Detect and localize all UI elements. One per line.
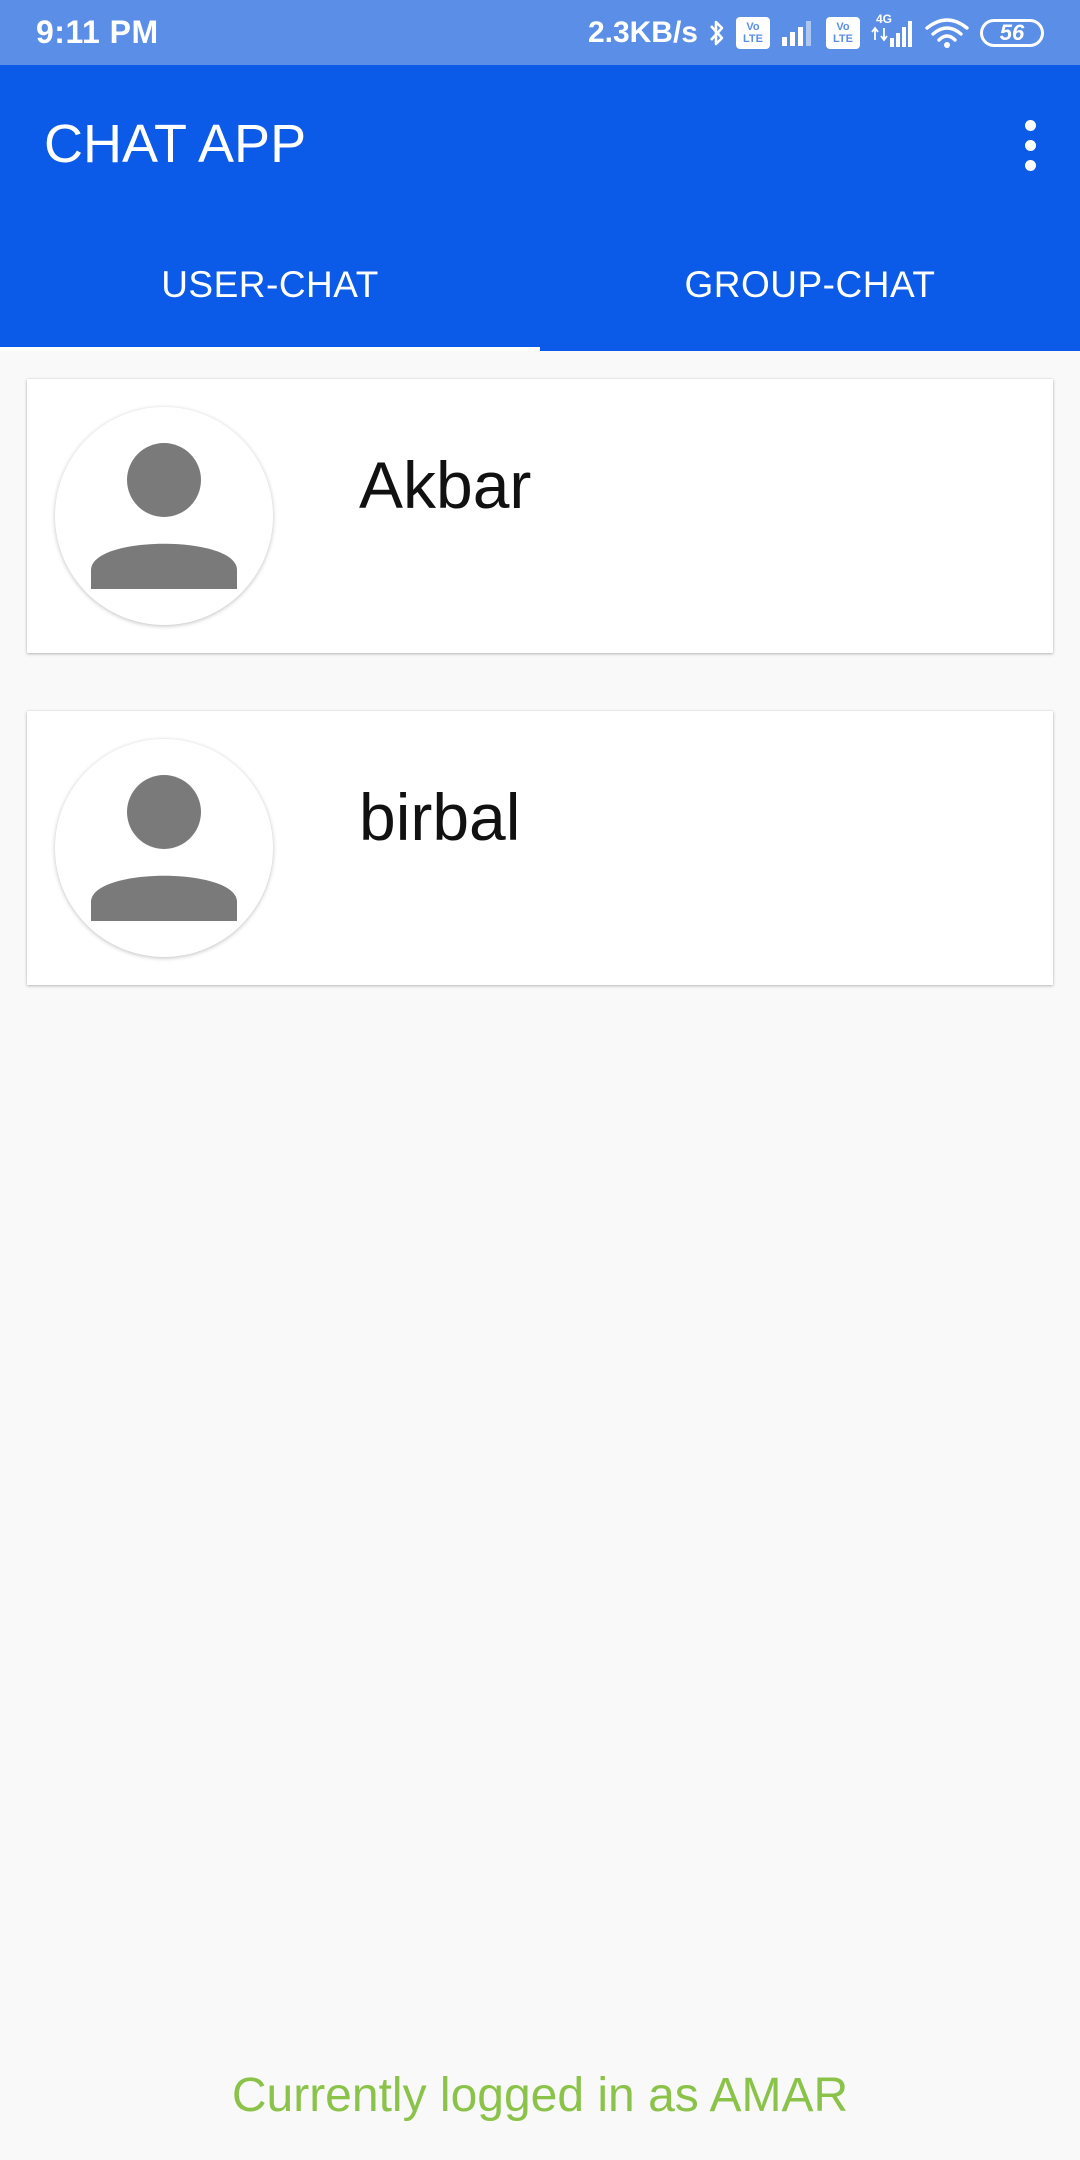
tab-user-chat[interactable]: USER-CHAT [0, 231, 540, 351]
app-title: CHAT APP [44, 114, 307, 174]
person-icon [91, 443, 237, 589]
network-speed: 2.3KB/s [587, 15, 698, 49]
network-type: 4G [876, 11, 893, 26]
battery-level: 56 [999, 19, 1025, 45]
chat-name: birbal [359, 780, 521, 854]
more-vert-icon[interactable] [1002, 113, 1058, 177]
tab-group-chat[interactable]: GROUP-CHAT [540, 231, 1080, 351]
chat-item-birbal[interactable]: birbal [27, 711, 1053, 985]
tab-label: USER-CHAT [161, 264, 379, 305]
chat-item-akbar[interactable]: Akbar [27, 379, 1053, 653]
avatar [55, 739, 273, 957]
signal-icon [780, 19, 816, 47]
bluetooth-icon [708, 18, 726, 48]
volte-icon: Vo LTE [736, 16, 770, 49]
wifi-icon [924, 17, 970, 48]
status-icons: 2.3KB/s Vo LTE Vo LTE 4G 56 [587, 12, 1044, 50]
app-bar: CHAT APP USER-CHAT GROUP-CHAT [0, 65, 1080, 351]
volte-icon: Vo LTE [826, 16, 860, 49]
status-bar: 9:11 PM 2.3KB/s Vo LTE Vo LTE 4G 56 [0, 0, 1080, 65]
chat-list: Akbar birbal [27, 379, 1053, 1043]
logged-in-status: Currently logged in as AMAR [231, 2069, 849, 2122]
tab-label: GROUP-CHAT [684, 264, 936, 305]
tab-bar: USER-CHAT GROUP-CHAT [0, 231, 1080, 351]
signal-4g-icon: 4G [870, 12, 914, 48]
chat-name: Akbar [359, 448, 532, 522]
status-time: 9:11 PM [36, 14, 159, 50]
person-icon [91, 775, 237, 921]
tab-indicator [0, 347, 540, 351]
avatar [55, 407, 273, 625]
battery-icon: 56 [980, 18, 1044, 47]
